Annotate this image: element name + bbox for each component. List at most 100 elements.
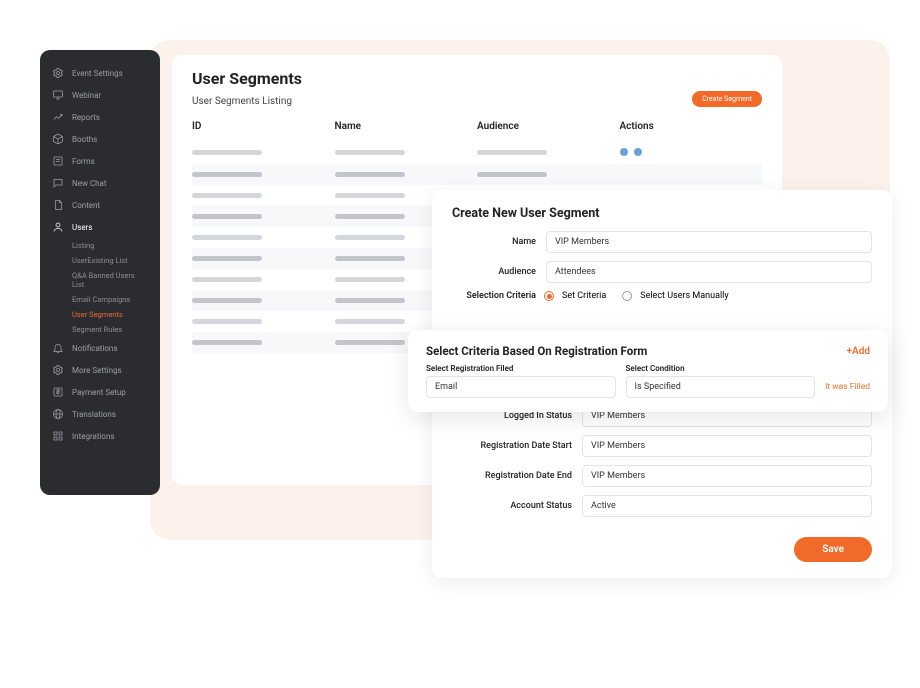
- reg-panel-title: Select Criteria Based On Registration Fo…: [426, 344, 647, 358]
- sidebar-item-event-settings[interactable]: Event Settings: [40, 62, 160, 84]
- col-audience: Audience: [477, 121, 620, 132]
- skeleton-placeholder: [192, 277, 262, 282]
- sidebar-subitem-userexisting-list[interactable]: UserExisting List: [40, 253, 160, 268]
- table-cell: [620, 148, 763, 156]
- skeleton-placeholder: [335, 340, 405, 345]
- skeleton-placeholder: [335, 235, 405, 240]
- monitor-icon: [52, 89, 64, 101]
- name-input[interactable]: VIP Members: [546, 231, 872, 253]
- skeleton-placeholder: [335, 298, 405, 303]
- sidebar: Event Settings Webinar Reports Booths Forms N…: [40, 50, 160, 495]
- sidebar-item-payment-setup[interactable]: Payment Setup: [40, 381, 160, 403]
- table-cell: [192, 193, 335, 198]
- sidebar-item-label: Translations: [72, 410, 116, 419]
- activity-field-label: Logged In Status: [452, 411, 572, 421]
- sidebar-subitem-email-campaigns[interactable]: Email Campaigns: [40, 292, 160, 307]
- sidebar-subitem-listing[interactable]: Listing: [40, 238, 160, 253]
- sidebar-item-reports[interactable]: Reports: [40, 106, 160, 128]
- activity-field-label: Account Status: [452, 501, 572, 511]
- radio-select-manually[interactable]: [622, 291, 632, 301]
- save-button[interactable]: Save: [794, 537, 872, 562]
- sidebar-subitem-q-a-banned-users-list[interactable]: Q&A Banned Users List: [40, 268, 160, 292]
- sidebar-item-label: More Settings: [72, 366, 122, 375]
- table-row[interactable]: [192, 164, 762, 185]
- skeleton-placeholder: [192, 319, 262, 324]
- reg-field-select[interactable]: Email: [426, 376, 616, 398]
- page-subtitle: User Segments Listing: [192, 96, 762, 107]
- sidebar-item-label: Event Settings: [72, 69, 123, 78]
- reg-condition-label: Select Condition: [626, 364, 816, 373]
- skeleton-placeholder: [335, 150, 405, 155]
- table-cell: [192, 277, 335, 282]
- reg-note: It was Filled: [825, 382, 870, 398]
- cube-icon: [52, 133, 64, 145]
- table-cell: [192, 172, 335, 177]
- table-row[interactable]: [192, 140, 762, 164]
- radio-set-criteria-label: Set Criteria: [562, 291, 606, 301]
- sidebar-subitem-segment-rules[interactable]: Segment Rules: [40, 322, 160, 337]
- table-cell: [192, 256, 335, 261]
- sidebar-item-label: Users: [72, 223, 92, 232]
- gear-icon: [52, 364, 64, 376]
- action-dots[interactable]: [620, 148, 642, 156]
- table-cell: [477, 172, 620, 177]
- sidebar-item-users[interactable]: Users: [40, 216, 160, 238]
- skeleton-placeholder: [192, 214, 262, 219]
- audience-label: Audience: [452, 267, 536, 277]
- create-segment-button[interactable]: Create Segment: [692, 91, 762, 107]
- sidebar-item-label: Integrations: [72, 432, 115, 441]
- table-cell: [192, 214, 335, 219]
- sidebar-item-webinar[interactable]: Webinar: [40, 84, 160, 106]
- sidebar-subitem-user-segments[interactable]: User Segments: [40, 307, 160, 322]
- activity-field-input[interactable]: Active: [582, 495, 872, 517]
- user-icon: [52, 221, 64, 233]
- sidebar-item-content[interactable]: Content: [40, 194, 160, 216]
- sidebar-item-label: Booths: [72, 135, 97, 144]
- sidebar-item-label: Payment Setup: [72, 388, 126, 397]
- add-criteria-button[interactable]: +Add: [847, 346, 870, 357]
- skeleton-placeholder: [192, 150, 262, 155]
- table-cell: [192, 340, 335, 345]
- activity-field-input[interactable]: VIP Members: [582, 465, 872, 487]
- sidebar-item-forms[interactable]: Forms: [40, 150, 160, 172]
- name-label: Name: [452, 237, 536, 247]
- table-header-row: ID Name Audience Actions: [192, 121, 762, 132]
- grid-icon: [52, 430, 64, 442]
- skeleton-placeholder: [192, 340, 262, 345]
- sidebar-item-notifications[interactable]: Notifications: [40, 337, 160, 359]
- sidebar-item-more-settings[interactable]: More Settings: [40, 359, 160, 381]
- sidebar-item-new-chat[interactable]: New Chat: [40, 172, 160, 194]
- skeleton-placeholder: [192, 256, 262, 261]
- doc-icon: [52, 199, 64, 211]
- activity-field-input[interactable]: VIP Members: [582, 435, 872, 457]
- reg-condition-select[interactable]: Is Specified: [626, 376, 816, 398]
- bell-icon: [52, 342, 64, 354]
- audience-input[interactable]: Attendees: [546, 261, 872, 283]
- skeleton-placeholder: [335, 172, 405, 177]
- sidebar-item-label: New Chat: [72, 179, 107, 188]
- skeleton-placeholder: [192, 235, 262, 240]
- sidebar-item-translations[interactable]: Translations: [40, 403, 160, 425]
- form-icon: [52, 155, 64, 167]
- skeleton-placeholder: [335, 277, 405, 282]
- radio-set-criteria[interactable]: [544, 291, 554, 301]
- skeleton-placeholder: [335, 319, 405, 324]
- registration-criteria-panel: Select Criteria Based On Registration Fo…: [408, 330, 888, 412]
- skeleton-placeholder: [192, 172, 262, 177]
- table-cell: [620, 172, 763, 177]
- table-cell: [192, 319, 335, 324]
- sidebar-item-label: Forms: [72, 157, 95, 166]
- create-panel-title: Create New User Segment: [452, 206, 872, 221]
- globe-icon: [52, 408, 64, 420]
- chat-icon: [52, 177, 64, 189]
- sidebar-item-integrations[interactable]: Integrations: [40, 425, 160, 447]
- skeleton-placeholder: [335, 256, 405, 261]
- skeleton-placeholder: [477, 150, 547, 155]
- activity-field-label: Registration Date Start: [452, 441, 572, 451]
- page-title: User Segments: [192, 69, 762, 88]
- sidebar-item-label: Webinar: [72, 91, 101, 100]
- gear-icon: [52, 67, 64, 79]
- table-cell: [335, 172, 478, 177]
- selection-criteria-label: Selection Criteria: [452, 291, 536, 301]
- sidebar-item-booths[interactable]: Booths: [40, 128, 160, 150]
